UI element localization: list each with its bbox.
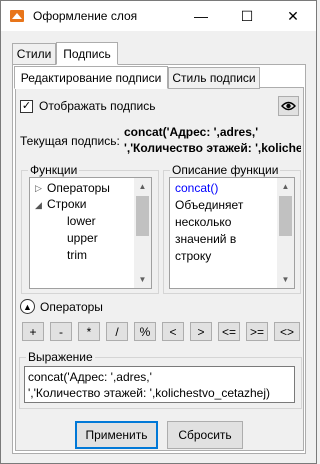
description-box: concat() Объединяет несколько значений в… (169, 177, 295, 289)
operator-button-less-equal[interactable]: <= (218, 322, 240, 341)
operator-button-not-equal[interactable]: <> (274, 322, 300, 341)
description-line: значений в (175, 232, 237, 246)
title-bar[interactable]: Оформление слоя — ☐ ✕ (1, 1, 316, 31)
operator-button-modulo[interactable]: % (134, 322, 156, 341)
reset-button[interactable]: Сбросить (167, 421, 243, 449)
scroll-down-icon[interactable]: ▼ (134, 271, 151, 288)
eye-icon (281, 101, 296, 111)
app-icon (10, 10, 24, 22)
functions-title: Функции (28, 163, 80, 177)
collapse-up-icon[interactable]: ▲ (20, 299, 35, 314)
description-title: Описание функции (170, 163, 281, 177)
show-label-checkbox[interactable]: ✓ (20, 99, 33, 113)
minimize-button[interactable]: — (178, 1, 224, 31)
tab-label-style[interactable]: Стиль подписи (168, 67, 260, 89)
description-line: строку (175, 249, 212, 263)
collapse-icon[interactable]: ◢ (35, 200, 42, 211)
expression-title: Выражение (26, 350, 95, 364)
tree-item-strings[interactable]: Строки (47, 197, 86, 211)
current-label-caption: Текущая подпись: (20, 134, 120, 148)
tab-label-edit[interactable]: Редактирование подписи (14, 66, 168, 89)
description-scrollbar[interactable]: ▲ ▼ (277, 178, 294, 288)
expression-input[interactable]: concat('Адрес: ',adres,' ','Количество э… (24, 366, 295, 403)
expand-icon[interactable]: ▷ (35, 183, 42, 194)
tree-item-operators[interactable]: Операторы (47, 181, 110, 195)
show-label-text: Отображать подпись (39, 99, 156, 113)
tree-item-trim[interactable]: trim (67, 248, 87, 262)
operators-toggle-label: Операторы (40, 299, 103, 314)
functions-scrollbar[interactable]: ▲ ▼ (134, 178, 151, 288)
apply-button[interactable]: Применить (75, 421, 158, 449)
functions-tree[interactable]: ▷ Операторы ◢ Строки lower upper trim ▲ … (29, 177, 152, 289)
operator-button-greater-equal[interactable]: >= (246, 322, 268, 341)
scroll-down-icon[interactable]: ▼ (277, 271, 294, 288)
current-label-value: concat('Адрес: ',adres,' ','Количество э… (124, 124, 301, 156)
operator-button-multiply[interactable]: * (78, 322, 100, 341)
scroll-thumb[interactable] (136, 196, 149, 236)
maximize-button[interactable]: ☐ (224, 1, 270, 31)
current-label-line-2: ','Количество этажей: ',kolicheste (124, 141, 301, 155)
scroll-up-icon[interactable]: ▲ (134, 178, 151, 195)
operators-toggle[interactable]: ▲ Операторы (20, 299, 103, 314)
current-label-line-1: concat('Адрес: ',adres,' (124, 125, 259, 139)
operator-button-plus[interactable]: + (22, 322, 44, 341)
close-button[interactable]: ✕ (270, 1, 316, 31)
show-label-checkbox-row[interactable]: ✓ Отображать подпись (20, 99, 155, 113)
operator-button-divide[interactable]: / (106, 322, 128, 341)
window-title: Оформление слоя (33, 9, 138, 23)
description-line: Объединяет (175, 198, 244, 212)
scroll-thumb[interactable] (279, 196, 292, 236)
tree-item-upper[interactable]: upper (67, 231, 98, 245)
tab-styles[interactable]: Стили (12, 43, 56, 65)
description-func-name: concat() (175, 181, 219, 195)
tab-label[interactable]: Подпись (56, 42, 118, 65)
operator-button-greater[interactable]: > (190, 322, 212, 341)
operator-button-minus[interactable]: - (50, 322, 72, 341)
operator-button-less[interactable]: < (162, 322, 184, 341)
description-line: несколько (175, 215, 232, 229)
scroll-up-icon[interactable]: ▲ (277, 178, 294, 195)
tree-item-lower[interactable]: lower (67, 214, 96, 228)
preview-button[interactable] (278, 96, 299, 116)
